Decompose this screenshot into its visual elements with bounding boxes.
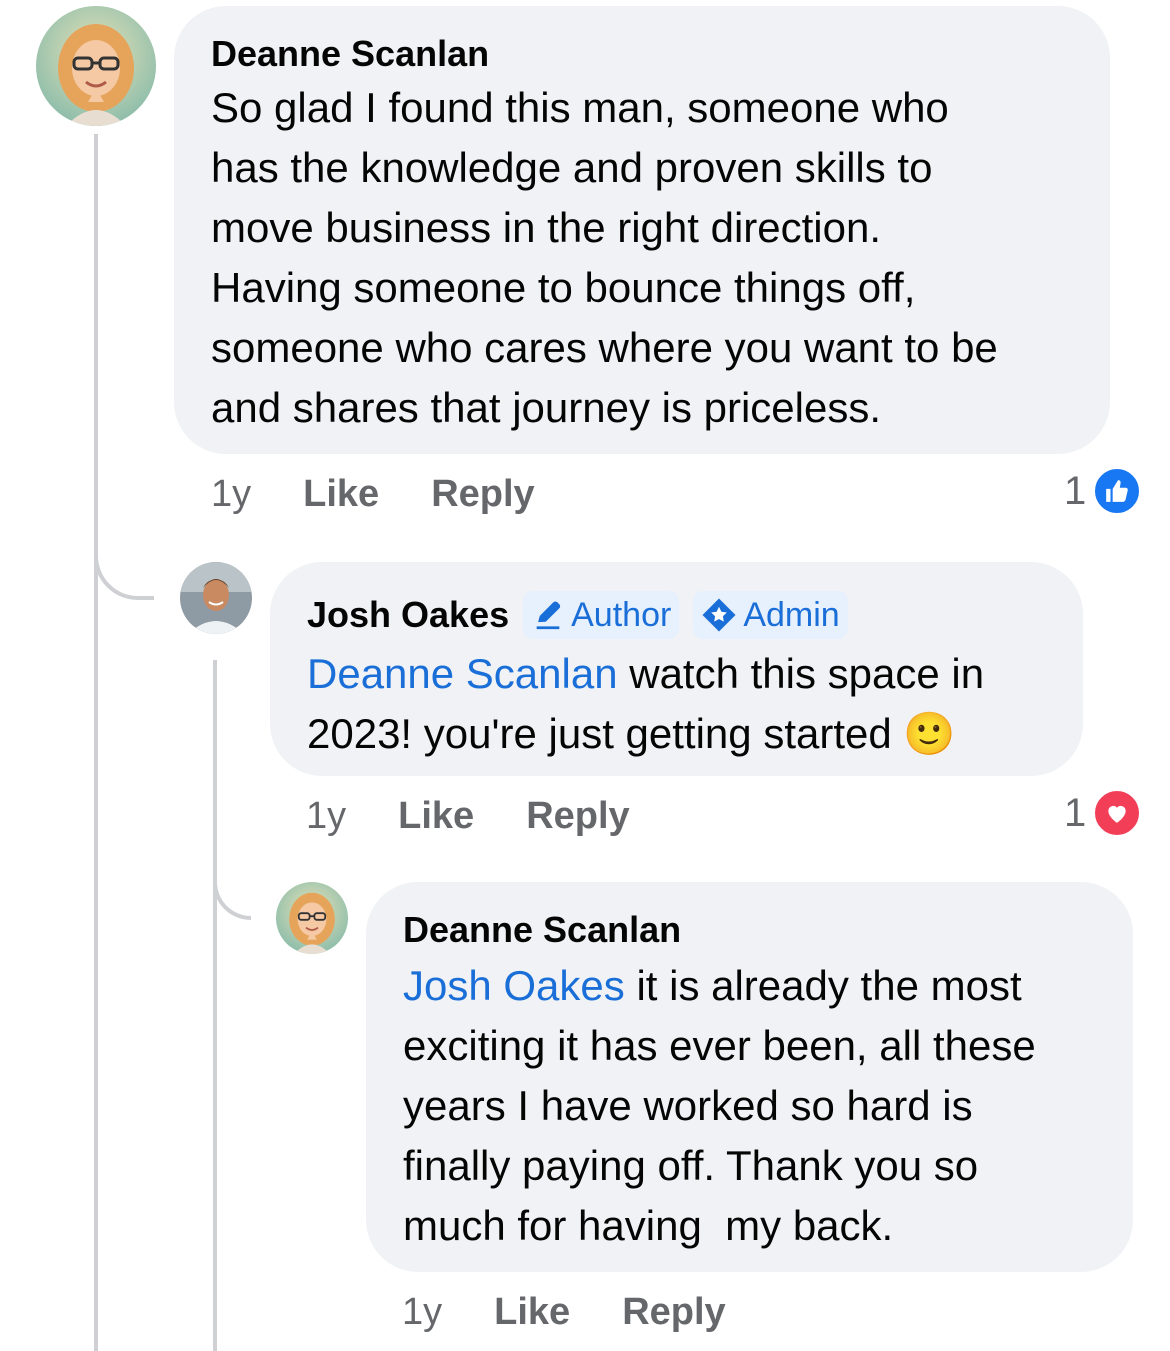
comment-text: Josh Oakes it is already the most exciti… <box>403 956 1103 1256</box>
comment-actions-1: 1y Like Reply <box>211 470 587 518</box>
comment-text: So glad I found this man, someone who ha… <box>211 78 1074 438</box>
comment-text-segment: it is already the most <box>624 962 1022 1009</box>
comment-author[interactable]: Deanne Scanlan <box>403 908 681 952</box>
comment-author[interactable]: Deanne Scanlan <box>211 32 489 76</box>
thread-elbow-reply-2 <box>213 840 251 920</box>
thread-elbow-reply-1 <box>94 520 154 600</box>
avatar-josh-oakes[interactable] <box>180 562 252 634</box>
comment-text-line: much for having my back. <box>403 1202 894 1249</box>
thread-line-main <box>94 134 98 1351</box>
avatar-image <box>276 882 348 954</box>
comment-text-line: and shares that journey is priceless. <box>211 384 882 431</box>
reply-button[interactable]: Reply <box>526 795 629 838</box>
thread-line-reply <box>213 660 217 1351</box>
comment-bubble-1: Deanne Scanlan So glad I found this man,… <box>174 6 1110 454</box>
comment-timestamp[interactable]: 1y <box>306 795 346 838</box>
comment-bubble-2: Josh Oakes Author Admin Deanne Scanlan w… <box>270 562 1083 776</box>
comment-bubble-3: Deanne Scanlan Josh Oakes it is already … <box>366 882 1133 1272</box>
reaction-summary-2[interactable]: 1 <box>1064 788 1143 838</box>
love-icon <box>1092 788 1143 838</box>
comment-actions-3: 1y Like Reply <box>402 1288 778 1336</box>
reaction-count: 1 <box>1064 468 1087 513</box>
comment-text: Deanne Scanlan watch this space in 2023!… <box>307 644 1047 764</box>
comment-timestamp[interactable]: 1y <box>402 1291 442 1334</box>
reaction-count: 1 <box>1064 790 1087 835</box>
comment-text-line: move business in the right direction. <box>211 204 882 251</box>
comment-text-line: So glad I found this man, someone who <box>211 84 949 131</box>
comment-text-line: finally paying off. Thank you so <box>403 1142 979 1189</box>
comment-text-segment: 2023! you're just getting started <box>307 710 904 757</box>
comment-author[interactable]: Josh Oakes <box>307 593 509 637</box>
comment-text-segment: watch this space in <box>617 650 985 697</box>
admin-badge-label: Admin <box>743 595 840 634</box>
pencil-icon <box>536 601 561 630</box>
avatar-image <box>36 6 156 126</box>
like-icon <box>1092 466 1143 516</box>
reply-button[interactable]: Reply <box>431 473 534 516</box>
reaction-summary-1[interactable]: 1 <box>1064 466 1143 516</box>
comment-text-line: someone who cares where you want to be <box>211 324 998 371</box>
comment-text-line: exciting it has ever been, all these <box>403 1022 1036 1069</box>
mention-link[interactable]: Deanne Scanlan <box>307 650 618 697</box>
reply-button[interactable]: Reply <box>622 1291 725 1334</box>
avatar-deanne-scanlan[interactable] <box>36 6 156 126</box>
avatar-image <box>180 562 252 634</box>
comment-actions-2: 1y Like Reply <box>306 792 682 840</box>
author-badge: Author <box>523 591 680 639</box>
admin-shield-icon <box>702 598 736 632</box>
like-button[interactable]: Like <box>303 473 379 516</box>
mention-link[interactable]: Josh Oakes <box>403 962 625 1009</box>
comment-header: Josh Oakes Author Admin <box>307 590 1047 640</box>
like-button[interactable]: Like <box>494 1291 570 1334</box>
smile-emoji-icon: 🙂 <box>903 710 956 757</box>
author-badge-label: Author <box>571 595 672 634</box>
comment-text-line: Having someone to bounce things off, <box>211 264 916 311</box>
like-button[interactable]: Like <box>398 795 474 838</box>
comment-timestamp[interactable]: 1y <box>211 473 251 516</box>
comment-text-line: has the knowledge and proven skills to <box>211 144 933 191</box>
avatar-deanne-scanlan[interactable] <box>276 882 348 954</box>
comment-text-line: years I have worked so hard is <box>403 1082 973 1129</box>
admin-badge: Admin <box>693 591 848 639</box>
